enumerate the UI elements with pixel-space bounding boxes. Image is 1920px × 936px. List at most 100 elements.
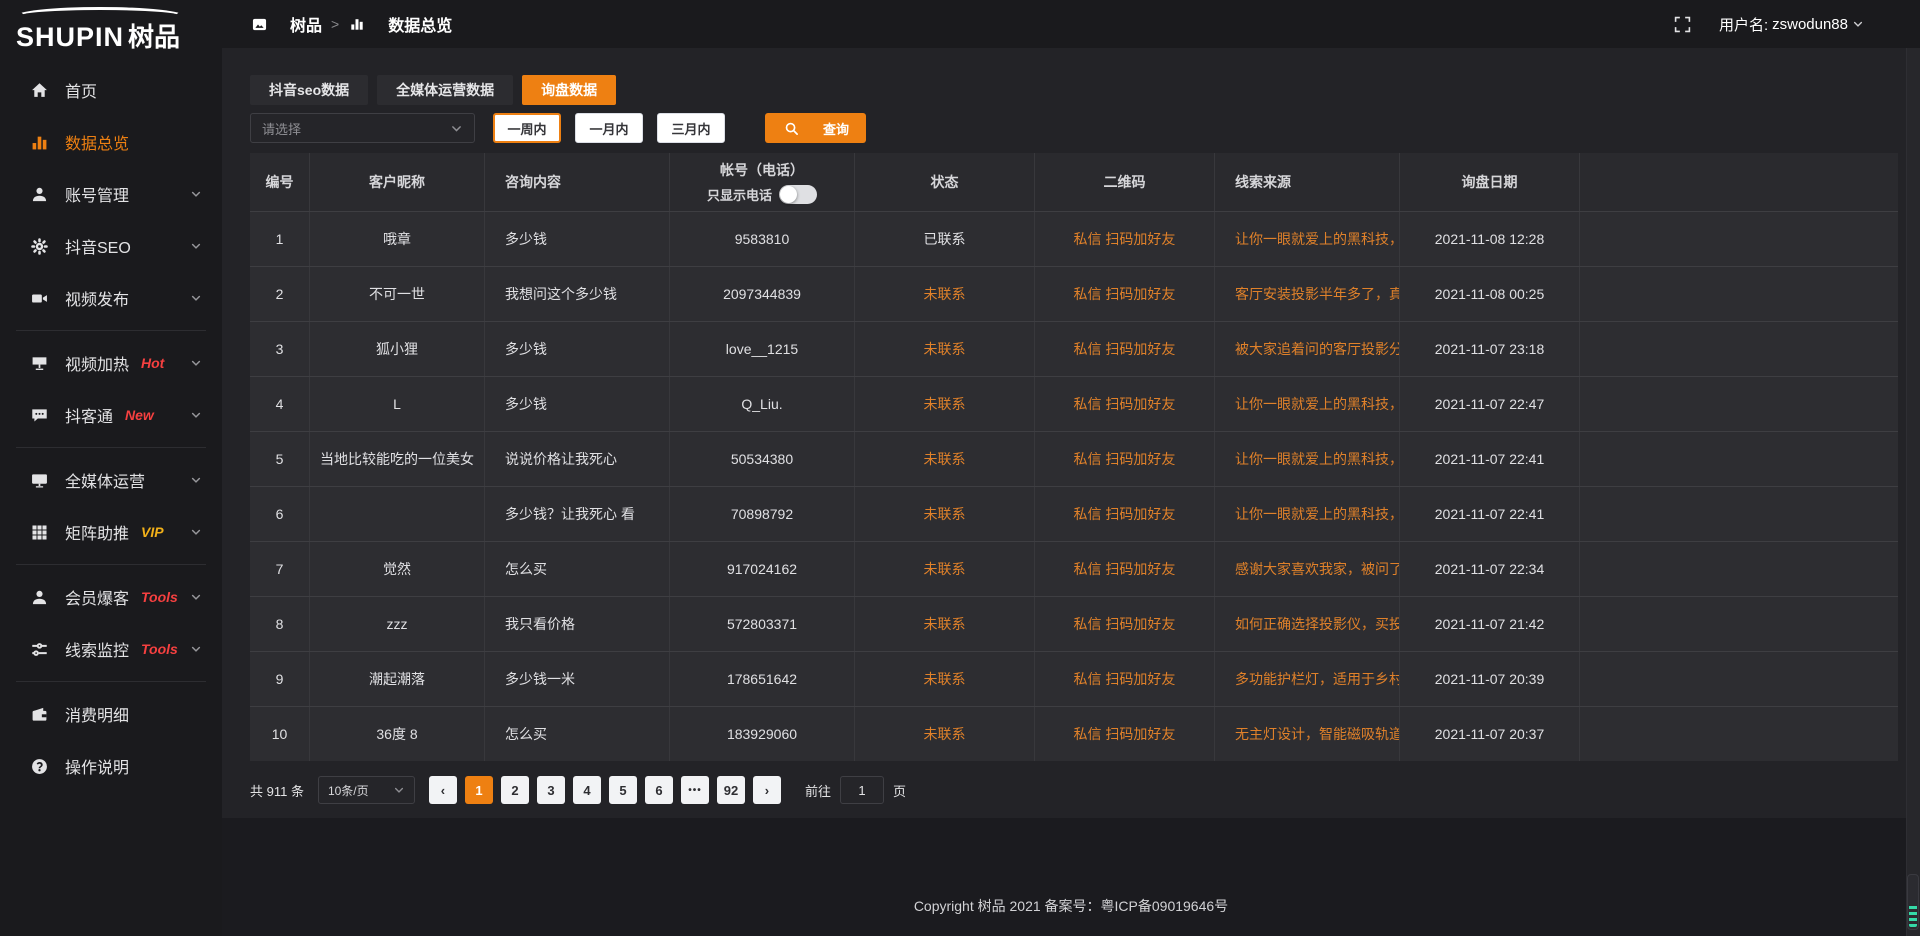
page-button-1[interactable]: 1 xyxy=(465,776,493,804)
page-button-3[interactable]: 3 xyxy=(537,776,565,804)
account-phone: love__1215 xyxy=(670,322,855,376)
customer-nickname: zzz xyxy=(310,597,485,651)
tab-0[interactable]: 抖音seo数据 xyxy=(250,75,368,105)
sidebar-item-label: 视频加热 xyxy=(65,351,129,375)
page-ellipsis[interactable]: ••• xyxy=(681,776,709,804)
sidebar-item-sliders[interactable]: 线索监控Tools xyxy=(0,623,222,675)
row-id: 9 xyxy=(250,652,310,706)
topbar: 树品 > 数据总览 用户名: zswodun88 xyxy=(222,0,1920,48)
account-phone: 50534380 xyxy=(670,432,855,486)
qrcode-link[interactable]: 私信 扫码加好友 xyxy=(1035,322,1215,376)
scrollbar-track xyxy=(1906,48,1920,936)
inquiry-date: 2021-11-07 22:34 xyxy=(1400,542,1580,596)
sidebar-item-question[interactable]: 操作说明 xyxy=(0,740,222,792)
sidebar-item-label: 线索监控 xyxy=(65,637,129,661)
wallet-icon xyxy=(30,705,48,723)
page-size-select[interactable]: 10条/页 xyxy=(318,776,415,804)
phone-only-toggle[interactable] xyxy=(779,185,817,204)
grid-icon xyxy=(30,523,48,541)
lead-source-link[interactable]: 客厅安装投影半年多了，真实... xyxy=(1215,267,1400,321)
goto-page: 前往 页 xyxy=(805,776,906,804)
sidebar-item-label: 矩阵助推 xyxy=(65,520,129,544)
page-button-5[interactable]: 5 xyxy=(609,776,637,804)
user-menu[interactable]: 用户名: zswodun88 xyxy=(1719,14,1864,35)
sidebar-item-grid[interactable]: 矩阵助推 VIP xyxy=(0,506,222,558)
tab-2[interactable]: 询盘数据 xyxy=(522,75,616,105)
qrcode-link[interactable]: 私信 扫码加好友 xyxy=(1035,542,1215,596)
sidebar-item-label: 数据总览 xyxy=(65,130,129,154)
row-id: 4 xyxy=(250,377,310,431)
next-page-button[interactable]: › xyxy=(753,776,781,804)
corner-widget[interactable] xyxy=(1907,874,1919,930)
page-button-4[interactable]: 4 xyxy=(573,776,601,804)
goto-label: 前往 xyxy=(805,781,831,800)
range-button-1[interactable]: 一月内 xyxy=(575,113,643,143)
chevron-down-icon xyxy=(190,357,202,369)
qrcode-link[interactable]: 私信 扫码加好友 xyxy=(1035,597,1215,651)
sidebar-item-member[interactable]: 会员爆客Tools xyxy=(0,571,222,623)
range-button-2[interactable]: 三月内 xyxy=(657,113,725,143)
sidebar-item-monitor[interactable]: 全媒体运营 xyxy=(0,454,222,506)
sidebar-item-wallet[interactable]: 消费明细 xyxy=(0,688,222,740)
qrcode-link[interactable]: 私信 扫码加好友 xyxy=(1035,377,1215,431)
sidebar-item-gear[interactable]: 抖音SEO xyxy=(0,220,222,272)
lead-source-link[interactable]: 如何正确选择投影仪，买投影... xyxy=(1215,597,1400,651)
qrcode-link[interactable]: 私信 扫码加好友 xyxy=(1035,267,1215,321)
sidebar-item-badge: VIP xyxy=(141,524,164,540)
sidebar-item-home[interactable]: 首页 xyxy=(0,64,222,116)
row-id: 8 xyxy=(250,597,310,651)
inquiry-content: 怎么买 xyxy=(485,707,670,761)
page-button-92[interactable]: 92 xyxy=(717,776,745,804)
inquiry-content: 多少钱 xyxy=(485,212,670,266)
data-tabs: 抖音seo数据全媒体运营数据询盘数据 xyxy=(250,75,1898,105)
status-badge: 未联系 xyxy=(855,267,1035,321)
page-button-2[interactable]: 2 xyxy=(501,776,529,804)
lead-source-link[interactable]: 感谢大家喜欢我家，被问了好... xyxy=(1215,542,1400,596)
column-header-2: 咨询内容 xyxy=(485,153,670,211)
qrcode-link[interactable]: 私信 扫码加好友 xyxy=(1035,212,1215,266)
sidebar-item-video[interactable]: 视频发布 xyxy=(0,272,222,324)
chevron-down-icon xyxy=(190,591,202,603)
qrcode-link[interactable]: 私信 扫码加好友 xyxy=(1035,432,1215,486)
logo-text-cn: 树品 xyxy=(128,17,180,54)
inquiry-content: 怎么买 xyxy=(485,542,670,596)
lead-source-link[interactable]: 多功能护栏灯，适用于乡村文... xyxy=(1215,652,1400,706)
chevron-down-icon xyxy=(190,188,202,200)
tab-1[interactable]: 全媒体运营数据 xyxy=(377,75,513,105)
inquiry-date: 2021-11-08 00:25 xyxy=(1400,267,1580,321)
goto-page-input[interactable] xyxy=(840,776,884,804)
qrcode-link[interactable]: 私信 扫码加好友 xyxy=(1035,707,1215,761)
lead-source-link[interactable]: 让你一眼就爱上的黑科技，能... xyxy=(1215,432,1400,486)
lead-source-link[interactable]: 让你一眼就爱上的黑科技，能... xyxy=(1215,212,1400,266)
prev-page-button[interactable]: ‹ xyxy=(429,776,457,804)
lead-source-link[interactable]: 无主灯设计，智能磁吸轨道灯... xyxy=(1215,707,1400,761)
search-button[interactable]: 查询 xyxy=(765,113,866,143)
column-header-6: 线索来源 xyxy=(1215,153,1400,211)
customer-nickname: 觉然 xyxy=(310,542,485,596)
inquiry-content: 多少钱 xyxy=(485,322,670,376)
sidebar-item-chat[interactable]: 抖客通New xyxy=(0,389,222,441)
sidebar-item-bar-chart[interactable]: 数据总览 xyxy=(0,116,222,168)
page-button-6[interactable]: 6 xyxy=(645,776,673,804)
qrcode-link[interactable]: 私信 扫码加好友 xyxy=(1035,652,1215,706)
breadcrumb-root[interactable]: 树品 xyxy=(250,12,322,36)
lead-source-link[interactable]: 让你一眼就爱上的黑科技，能... xyxy=(1215,487,1400,541)
breadcrumb-current-label: 数据总览 xyxy=(388,12,452,36)
lead-source-link[interactable]: 被大家追着问的客厅投影分享... xyxy=(1215,322,1400,376)
filter-select[interactable]: 请选择 xyxy=(250,113,475,143)
row-id: 10 xyxy=(250,707,310,761)
sidebar-divider xyxy=(16,447,206,448)
range-button-0[interactable]: 一周内 xyxy=(493,113,561,143)
sidebar-item-user[interactable]: 账号管理 xyxy=(0,168,222,220)
filler-cell xyxy=(1580,597,1898,651)
qrcode-link[interactable]: 私信 扫码加好友 xyxy=(1035,487,1215,541)
inquiry-content: 说说价格让我死心 xyxy=(485,432,670,486)
fullscreen-icon[interactable] xyxy=(1674,16,1691,33)
sidebar-item-label: 全媒体运营 xyxy=(65,468,145,492)
table-header-row: 编号客户昵称咨询内容帐号（电话）只显示电话状态二维码线索来源询盘日期 xyxy=(250,153,1898,211)
customer-nickname: 哦章 xyxy=(310,212,485,266)
range-buttons: 一周内一月内三月内 xyxy=(493,113,725,143)
lead-source-link[interactable]: 让你一眼就爱上的黑科技，能... xyxy=(1215,377,1400,431)
inquiry-date: 2021-11-07 22:41 xyxy=(1400,487,1580,541)
sidebar-item-screen[interactable]: 视频加热Hot xyxy=(0,337,222,389)
